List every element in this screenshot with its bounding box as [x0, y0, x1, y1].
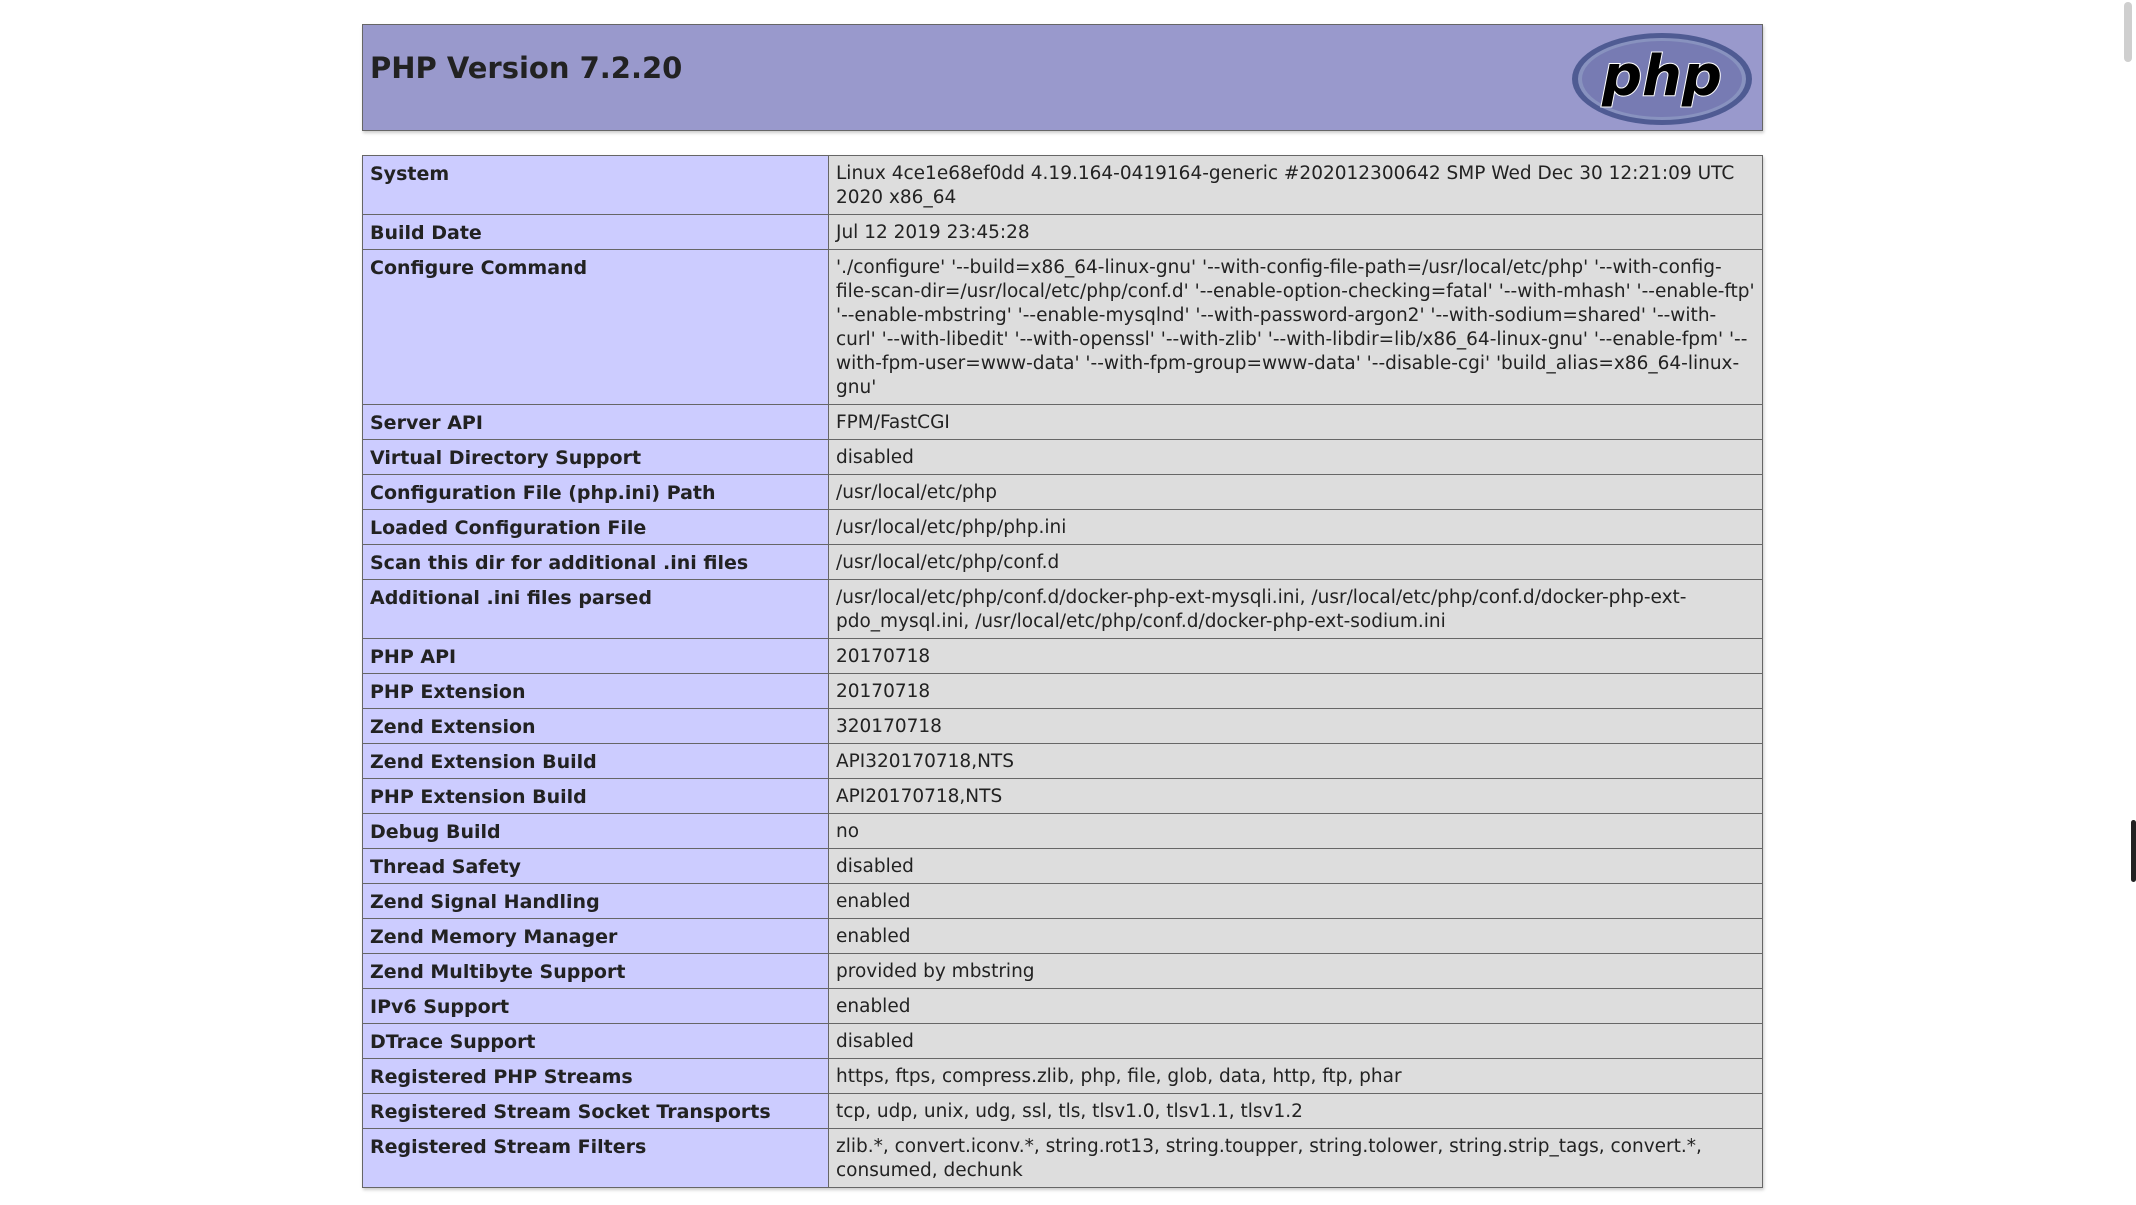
- info-row-value: 320170718: [828, 708, 1763, 744]
- info-row: Registered Stream Socket Transports tcp, …: [362, 1093, 1763, 1129]
- info-row-value: tcp, udp, unix, udg, ssl, tls, tlsv1.0, …: [828, 1093, 1763, 1129]
- info-row: Registered Stream Filters zlib.*, convert…: [362, 1128, 1763, 1188]
- page-title: PHP Version 7.2.20: [370, 51, 683, 85]
- info-row-value: disabled: [828, 1023, 1763, 1059]
- info-row-key: Configuration File (php.ini) Path: [362, 474, 829, 510]
- info-row-key: Registered Stream Socket Transports: [362, 1093, 829, 1129]
- info-row-key: PHP API: [362, 638, 829, 674]
- info-row-value: no: [828, 813, 1763, 849]
- info-table: System Linux 4ce1e68ef0dd 4.19.164-041916…: [362, 155, 1763, 1188]
- info-row-value: /usr/local/etc/php/php.ini: [828, 509, 1763, 545]
- info-row: Thread Safety disabled: [362, 848, 1763, 884]
- info-row: PHP Extension 20170718: [362, 673, 1763, 709]
- php-logo-text: php: [1601, 44, 1722, 109]
- info-row-key: PHP Extension Build: [362, 778, 829, 814]
- info-row-value: /usr/local/etc/php/conf.d: [828, 544, 1763, 580]
- info-row-value: enabled: [828, 883, 1763, 919]
- info-row-key: Additional .ini files parsed: [362, 579, 829, 639]
- info-row-value: zlib.*, convert.iconv.*, string.rot13, s…: [828, 1128, 1763, 1188]
- info-row-key: PHP Extension: [362, 673, 829, 709]
- info-row: PHP API 20170718: [362, 638, 1763, 674]
- info-row-key: Configure Command: [362, 249, 829, 405]
- info-row-value: /usr/local/etc/php/conf.d/docker-php-ext…: [828, 579, 1763, 639]
- info-row-key: DTrace Support: [362, 1023, 829, 1059]
- scrollbar-top-marker: [2124, 2, 2132, 62]
- info-row-key: Zend Signal Handling: [362, 883, 829, 919]
- info-row-key: IPv6 Support: [362, 988, 829, 1024]
- info-row-value: FPM/FastCGI: [828, 404, 1763, 440]
- info-row-value: disabled: [828, 848, 1763, 884]
- info-row-value: Linux 4ce1e68ef0dd 4.19.164-0419164-gene…: [828, 155, 1763, 215]
- info-row-key: Scan this dir for additional .ini files: [362, 544, 829, 580]
- info-row-value: enabled: [828, 918, 1763, 954]
- info-row-key: Registered Stream Filters: [362, 1128, 829, 1188]
- info-row-value: provided by mbstring: [828, 953, 1763, 989]
- info-row-value: https, ftps, compress.zlib, php, file, g…: [828, 1058, 1763, 1094]
- info-table-body: System Linux 4ce1e68ef0dd 4.19.164-041916…: [362, 155, 1763, 1188]
- info-row-value: /usr/local/etc/php: [828, 474, 1763, 510]
- vertical-scrollbar[interactable]: [2114, 0, 2136, 1205]
- info-row: Server API FPM/FastCGI: [362, 404, 1763, 440]
- info-row: DTrace Support disabled: [362, 1023, 1763, 1059]
- info-row: Zend Memory Manager enabled: [362, 918, 1763, 954]
- version-header: PHP Version 7.2.20 php: [362, 24, 1763, 131]
- info-row-key: Zend Multibyte Support: [362, 953, 829, 989]
- info-row: Registered PHP Streams https, ftps, compr…: [362, 1058, 1763, 1094]
- info-row-value: enabled: [828, 988, 1763, 1024]
- info-row-key: System: [362, 155, 829, 215]
- phpinfo-page: PHP Version 7.2.20 php System Linux 4ce1e…: [0, 0, 2136, 1205]
- info-row-value: './configure' '--build=x86_64-linux-gnu'…: [828, 249, 1763, 405]
- info-row: System Linux 4ce1e68ef0dd 4.19.164-041916…: [362, 155, 1763, 215]
- info-row-key: Debug Build: [362, 813, 829, 849]
- info-row: Zend Extension Build API320170718,NTS: [362, 743, 1763, 779]
- info-row: Configuration File (php.ini) Path/usr/lo…: [362, 474, 1763, 510]
- info-row: Configure Command './configure' '--build=…: [362, 249, 1763, 405]
- info-row: Virtual Directory Support disabled: [362, 439, 1763, 475]
- info-row-key: Loaded Configuration File: [362, 509, 829, 545]
- info-row-value: 20170718: [828, 638, 1763, 674]
- info-row-value: disabled: [828, 439, 1763, 475]
- info-row-key: Virtual Directory Support: [362, 439, 829, 475]
- info-row: Zend Signal Handling enabled: [362, 883, 1763, 919]
- info-row-key: Server API: [362, 404, 829, 440]
- info-row: Build Date Jul 12 2019 23:45:28: [362, 214, 1763, 250]
- info-row-key: Zend Extension Build: [362, 743, 829, 779]
- info-row: Loaded Configuration File/usr/local/etc/…: [362, 509, 1763, 545]
- info-row-key: Zend Extension: [362, 708, 829, 744]
- info-row: Scan this dir for additional .ini files /…: [362, 544, 1763, 580]
- info-row-value: 20170718: [828, 673, 1763, 709]
- info-row: Zend Extension 320170718: [362, 708, 1763, 744]
- info-row-value: API320170718,NTS: [828, 743, 1763, 779]
- info-row-value: Jul 12 2019 23:45:28: [828, 214, 1763, 250]
- info-row-key: Registered PHP Streams: [362, 1058, 829, 1094]
- phpinfo-container: PHP Version 7.2.20 php System Linux 4ce1e…: [362, 24, 1763, 1188]
- info-row-value: API20170718,NTS: [828, 778, 1763, 814]
- info-row: Zend Multibyte Support provided by mbstri…: [362, 953, 1763, 989]
- info-row: Additional .ini files parsed/usr/local/e…: [362, 579, 1763, 639]
- info-row: Debug Build no: [362, 813, 1763, 849]
- info-row: PHP Extension Build API20170718,NTS: [362, 778, 1763, 814]
- info-row-key: Thread Safety: [362, 848, 829, 884]
- php-logo[interactable]: php: [1570, 31, 1754, 127]
- info-row: IPv6 Support enabled: [362, 988, 1763, 1024]
- scrollbar-thumb[interactable]: [2131, 820, 2136, 882]
- info-row-key: Zend Memory Manager: [362, 918, 829, 954]
- info-row-key: Build Date: [362, 214, 829, 250]
